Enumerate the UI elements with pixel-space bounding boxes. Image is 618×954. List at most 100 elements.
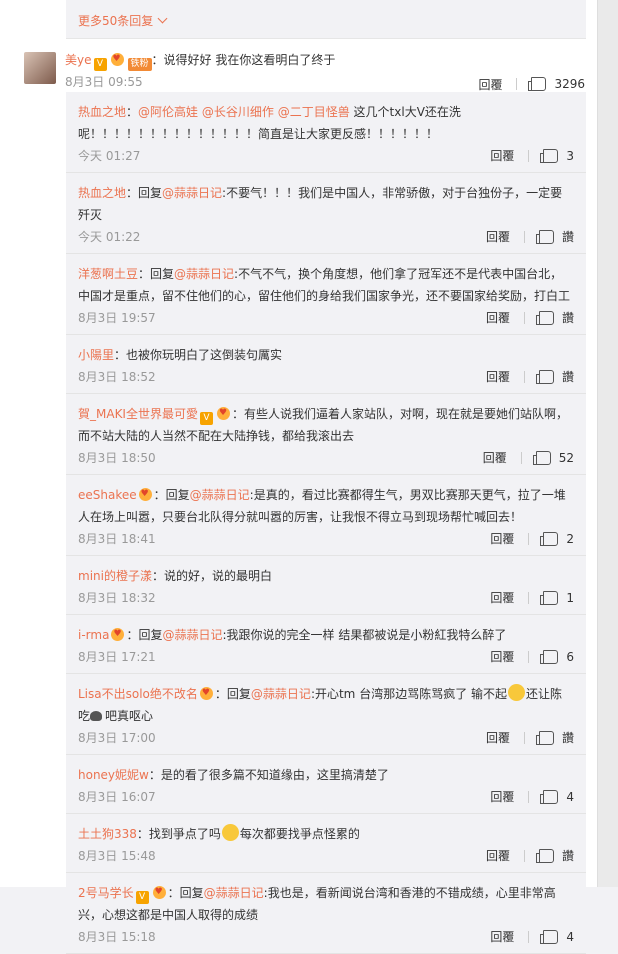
reply-username[interactable]: 賀_MAKI全世界最可愛 (78, 407, 198, 421)
reply-actions: 回覆 3 (490, 145, 574, 167)
reply-text: Lisa不出solo绝不改名 ：回复@蒜蒜日记:开心tm 台湾那边骂陈骂疯了 输不… (78, 683, 574, 727)
reply-username[interactable]: 2号马学长 (78, 886, 134, 900)
reply-content: ：说的好，说的最明白 (151, 569, 272, 583)
like-button[interactable]: 52 (532, 447, 574, 469)
reply-button[interactable]: 回覆 (490, 646, 514, 668)
mention-link[interactable]: @蒜蒜日记 (190, 488, 250, 502)
mention-link[interactable]: @蒜蒜日记 (162, 628, 222, 642)
reply-button[interactable]: 回覆 (490, 926, 514, 948)
fan-badge: 铁粉 (127, 58, 152, 71)
reply-text: 2号马学长V ：回复@蒜蒜日记:我也是，看新闻说台湾和香港的不错成绩，心里非常高兴… (78, 882, 574, 926)
thumb-up-icon (535, 230, 554, 244)
reply-content: ：回复 (126, 186, 163, 200)
reply-username[interactable]: i-rma (78, 628, 109, 642)
reply-button[interactable]: 回覆 (486, 366, 510, 388)
reply-item: honey妮妮w：是的看了很多篇不知道缘由，这里搞清楚了 8月3日 16:07 回覆… (66, 755, 586, 814)
comment-content: ：说得好好 我在你这看明白了终于 (151, 53, 336, 67)
like-button[interactable]: 4 (540, 786, 574, 808)
mention-link[interactable]: @蒜蒜日记 (251, 687, 311, 701)
like-count: 3 (566, 149, 574, 163)
mention-link[interactable]: @蒜蒜日记 (162, 186, 222, 200)
reply-content: ：找到爭点了吗 (136, 827, 221, 841)
reply-item: eeShakee：回复@蒜蒜日记:是真的，看过比赛都得生气，男双比赛那天更气，拉… (66, 475, 586, 556)
divider (528, 150, 530, 162)
reply-button[interactable]: 回覆 (490, 145, 514, 167)
mention-link[interactable]: @蒜蒜日记 (204, 886, 264, 900)
divider (528, 931, 530, 943)
comment-username[interactable]: 美ye (65, 53, 92, 67)
like-button[interactable]: 讚 (535, 366, 574, 388)
divider (528, 651, 530, 663)
reply-username[interactable]: eeShakee (78, 488, 137, 502)
like-button[interactable]: 3296 (528, 77, 585, 91)
like-button[interactable]: 6 (540, 646, 574, 668)
scrollbar-track[interactable] (597, 0, 618, 887)
thumb-up-icon (540, 790, 559, 804)
divider (523, 732, 525, 744)
reply-meta: 8月3日 19:57 回覆 讚 (78, 307, 574, 329)
mention-link[interactable]: @蒜蒜日记 (174, 267, 234, 281)
reply-list: 热血之地：@阿伦高娃 @长谷川细作 @二丁目怪兽 这几个txl大V还在洗呢！！！… (66, 92, 586, 954)
reply-username[interactable]: honey妮妮w (78, 768, 149, 782)
divider (523, 231, 525, 243)
fan-heart-icon (199, 687, 213, 700)
verified-v-icon: V (93, 58, 107, 71)
reply-actions: 回覆 讚 (486, 226, 574, 248)
reply-text: 热血之地：回复@蒜蒜日记:不要气！！！我们是中国人，非常骄傲，对于台独份子，一定… (78, 182, 574, 226)
reply-actions: 回覆 讚 (486, 366, 574, 388)
reply-button[interactable]: 回覆 (486, 727, 510, 749)
like-button[interactable]: 讚 (535, 845, 574, 867)
reply-time: 8月3日 18:52 (78, 370, 156, 384)
reply-item: mini的橙子漾：说的好，说的最明白 8月3日 18:32 回覆 1 (66, 556, 586, 615)
main-comment-text: 美yeV 铁粉：说得好好 我在你这看明白了终于 (65, 51, 585, 71)
more-replies-box: 更多50条回复 (66, 0, 586, 39)
reply-button[interactable]: 回覆 (486, 307, 510, 329)
reply-meta: 8月3日 18:32 回覆 1 (78, 587, 574, 609)
mention-link[interactable]: @阿伦高娃 (138, 105, 198, 119)
thumb-up-icon (540, 532, 559, 546)
like-button[interactable]: 4 (540, 926, 574, 948)
reply-username[interactable]: 土土狗338 (78, 827, 137, 841)
reply-username[interactable]: 小陽里 (78, 348, 114, 362)
reply-content: ：是的看了很多篇不知道缘由，这里搞清楚了 (148, 768, 389, 782)
reply-button[interactable]: 回覆 (490, 587, 514, 609)
like-button[interactable]: 1 (540, 587, 574, 609)
reply-button[interactable]: 回覆 (486, 845, 510, 867)
reply-username[interactable]: 热血之地 (78, 186, 126, 200)
more-replies-link[interactable]: 更多50条回复 (78, 12, 168, 29)
verified-v-icon: V (199, 412, 213, 425)
reply-username[interactable]: mini的橙子漾 (78, 569, 152, 583)
reply-button[interactable]: 回覆 (490, 528, 514, 550)
like-button[interactable]: 2 (540, 528, 574, 550)
like-count: 1 (566, 591, 574, 605)
reply-meta: 8月3日 18:41 回覆 2 (78, 528, 574, 550)
reply-time: 今天 01:22 (78, 230, 141, 244)
reply-username[interactable]: Lisa不出solo绝不改名 (78, 687, 198, 701)
reply-button[interactable]: 回覆 (490, 786, 514, 808)
like-button[interactable]: 讚 (535, 226, 574, 248)
reply-button[interactable]: 回覆 (486, 226, 510, 248)
like-button[interactable]: 讚 (535, 307, 574, 329)
reply-time: 今天 01:27 (78, 149, 141, 163)
reply-username[interactable]: 热血之地 (78, 105, 126, 119)
thumb-up-icon (528, 77, 547, 91)
reply-actions: 回覆 讚 (486, 307, 574, 329)
thumb-up-icon (535, 370, 554, 384)
reply-button[interactable]: 回覆 (478, 76, 502, 93)
like-count: 6 (566, 650, 574, 664)
thumb-up-icon (535, 849, 554, 863)
mention-link[interactable]: @长谷川细作 (202, 105, 274, 119)
mention-link[interactable]: @二丁目怪兽 (278, 105, 350, 119)
reply-meta: 8月3日 16:07 回覆 4 (78, 786, 574, 808)
like-count: 讚 (561, 311, 574, 325)
reply-content: 吧真呕心 (105, 709, 154, 723)
avatar[interactable] (24, 52, 56, 84)
reply-username[interactable]: 洋葱啊土豆 (78, 267, 138, 281)
thumb-up-icon (540, 591, 559, 605)
reply-button[interactable]: 回覆 (483, 447, 507, 469)
verified-v-icon: V (135, 891, 149, 904)
like-button[interactable]: 3 (540, 145, 574, 167)
divider (528, 592, 530, 604)
like-button[interactable]: 讚 (535, 727, 574, 749)
reply-meta: 8月3日 17:00 回覆 讚 (78, 727, 574, 749)
